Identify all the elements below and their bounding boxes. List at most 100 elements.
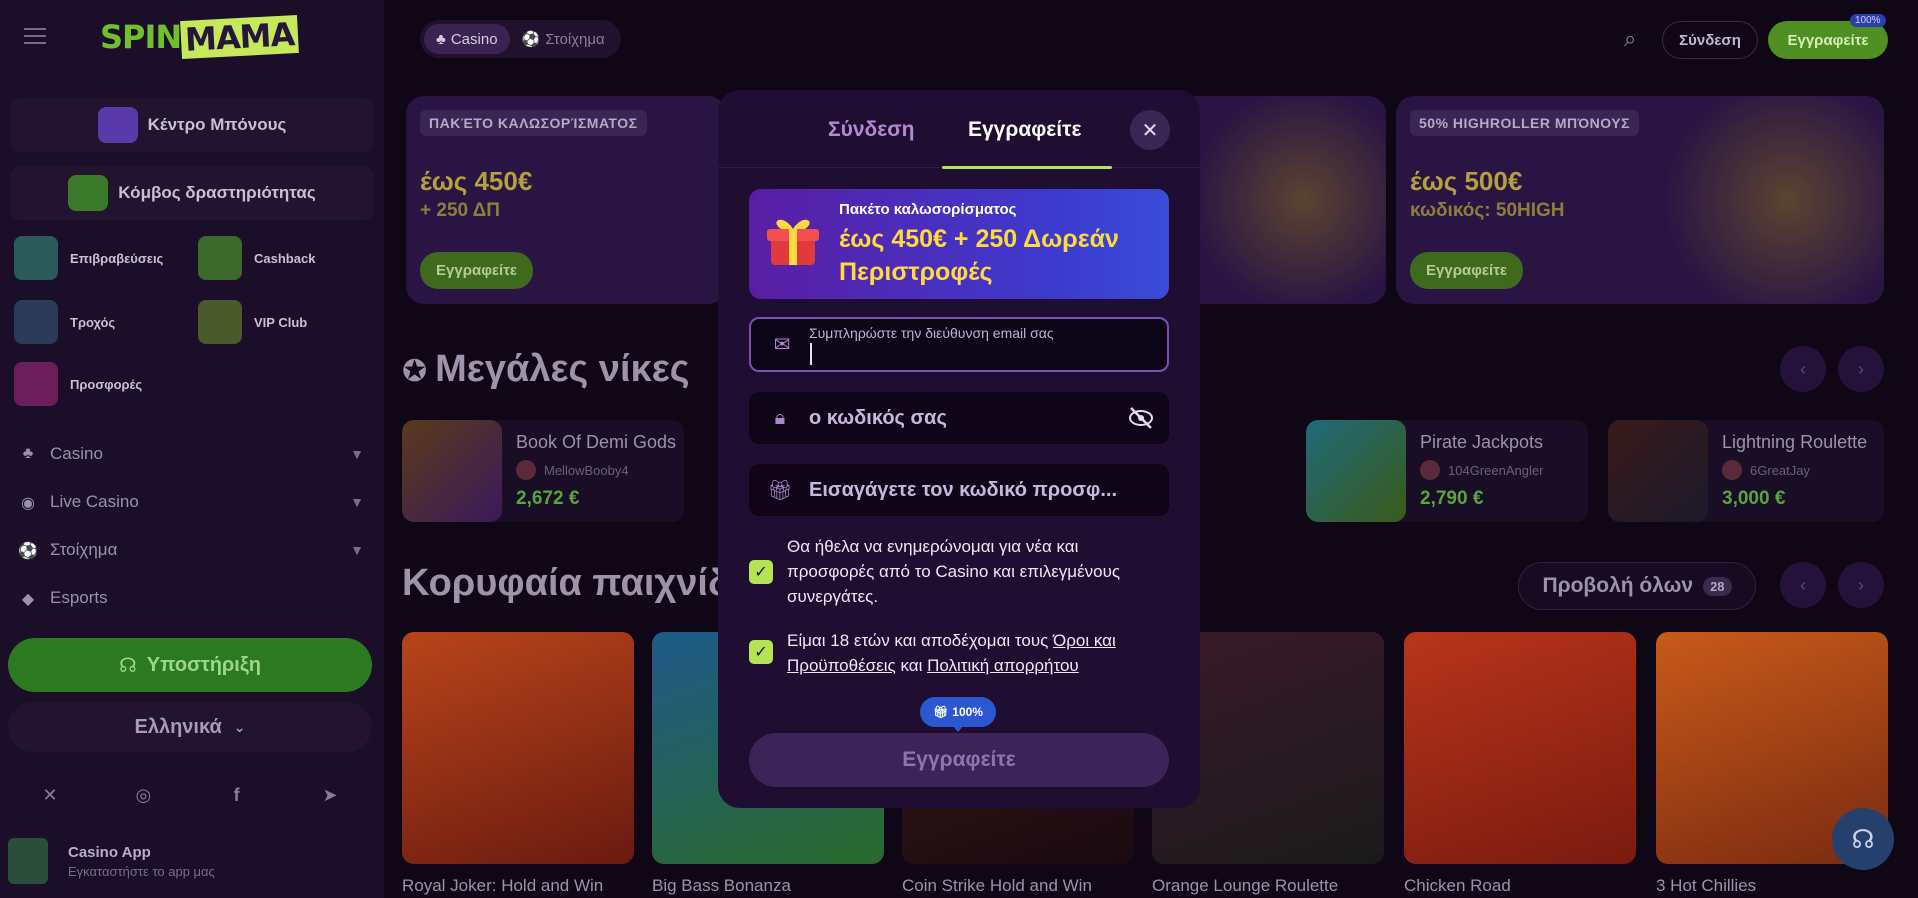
nav-label: Live Casino	[50, 492, 139, 511]
top-tabs: ♣ Casino ⚽ Στοίχημα	[420, 20, 621, 58]
tab-label: Casino	[450, 30, 498, 48]
activity-icon	[68, 175, 109, 211]
sidebar-item-sports[interactable]: ⚽ Στοίχημα ▼	[18, 540, 364, 560]
big-win-card[interactable]: Pirate Jackpots 104GreenAngler 2,790 €	[1306, 420, 1588, 522]
live-icon: ◉	[21, 495, 35, 512]
email-field-label: Συμπληρώστε την διεύθυνση email σας	[809, 325, 1054, 341]
sidebar-tile-offers[interactable]: Προσφορές	[14, 362, 142, 406]
promo-title: Πακέτο καλωσορίσματος	[839, 201, 1017, 218]
instagram-icon[interactable]: ◎	[113, 780, 173, 810]
welcome-promo-card: Πακέτο καλωσορίσματος έως 450€ + 250 Δωρ…	[749, 189, 1169, 299]
terms-checkbox[interactable]: ✓	[749, 640, 773, 664]
password-placeholder: ο κωδικός σας	[809, 406, 947, 429]
game-card[interactable]	[402, 632, 634, 864]
next-arrow-button[interactable]: ›	[1838, 346, 1884, 392]
promo-code-placeholder: Εισαγάγετε τον κωδικό προσφ...	[809, 478, 1118, 501]
tab-casino[interactable]: ♣ Casino	[424, 24, 510, 54]
app-title: Casino App	[68, 843, 151, 861]
casino-icon: ♣	[22, 445, 34, 462]
avatar	[1722, 460, 1742, 480]
tile-label: Τροχός	[70, 314, 116, 330]
highroller-banner[interactable]: 50% HIGHROLLER ΜΠΌΝΟΥΣ έως 500€ κωδικός:…	[1396, 96, 1884, 304]
register-submit-button[interactable]: Εγγραφείτε	[749, 733, 1169, 787]
bonus-icon	[97, 107, 138, 143]
facebook-icon[interactable]: f	[207, 780, 267, 810]
banner-sub: κωδικός: 50HIGH	[1410, 200, 1565, 221]
tab-login[interactable]: Σύνδεση	[828, 118, 914, 142]
casino-icon: ♣	[436, 30, 446, 48]
win-user: MellowBooby4	[516, 460, 629, 480]
banner-register-button[interactable]: Εγγραφείτε	[420, 252, 534, 289]
activity-hub-button[interactable]: Κόμβος δραστηριότητας	[10, 166, 374, 220]
chevron-down-icon: ▼	[350, 542, 364, 558]
tile-label: Επιβραβεύσεις	[70, 250, 164, 266]
login-button[interactable]: Σύνδεση	[1662, 21, 1758, 59]
tab-sports[interactable]: ⚽ Στοίχημα	[510, 24, 617, 54]
game-thumbnail	[1608, 420, 1708, 522]
game-name: Royal Joker: Hold and Win	[402, 876, 604, 895]
sidebar-tile-vip[interactable]: VIP Club	[198, 300, 307, 344]
gamepad-icon: ◆	[21, 591, 35, 608]
casino-app-link[interactable]: Casino App Εγκαταστήστε το app μας	[8, 830, 372, 892]
offers-icon	[14, 362, 58, 406]
game-card[interactable]	[1404, 632, 1636, 864]
sidebar-item-esports[interactable]: ◆ Esports	[18, 588, 364, 608]
win-user: 6GreatJay	[1722, 460, 1810, 480]
prev-arrow-button[interactable]: ‹	[1780, 562, 1826, 608]
welcome-banner[interactable]: ΠΑΚΈΤΟ ΚΑΛΩΣΟΡΊΣΜΑΤΟΣ έως 450€ + 250 ΔΠ …	[406, 96, 726, 304]
email-field[interactable]: ✉ Συμπληρώστε την διεύθυνση email σας	[749, 317, 1169, 372]
cashback-banner[interactable]	[1180, 96, 1386, 304]
chevron-down-icon: ▼	[350, 494, 364, 510]
view-all-button[interactable]: Προβολή όλων 28	[1518, 562, 1756, 610]
nav-label: Στοίχημα	[50, 540, 118, 559]
active-tab-underline	[942, 166, 1112, 169]
football-icon: ⚽	[521, 31, 541, 48]
chevron-down-icon: ⌄	[233, 718, 246, 735]
game-thumbnail	[1306, 420, 1406, 522]
sidebar: SPINMAMA Κέντρο Μπόνους Κόμβος δραστηριό…	[0, 0, 384, 898]
banner-image	[1644, 96, 1884, 304]
close-icon[interactable]: ✕	[1130, 110, 1170, 150]
promo-code-field[interactable]: 🎁︎ Εισαγάγετε τον κωδικό προσφ...	[749, 464, 1169, 516]
sidebar-item-casino[interactable]: ♣ Casino ▼	[18, 444, 364, 464]
logo[interactable]: SPINMAMA	[100, 14, 300, 60]
support-label: Υποστήριξη	[146, 653, 261, 676]
language-selector[interactable]: Ελληνικά ⌄	[8, 702, 372, 752]
cashback-icon	[198, 236, 242, 280]
help-chat-button[interactable]: ☊	[1832, 808, 1894, 870]
phone-icon	[8, 838, 48, 884]
support-button[interactable]: ☊ Υποστήριξη	[8, 638, 372, 692]
bonus-center-button[interactable]: Κέντρο Μπόνους	[10, 98, 374, 152]
x-icon[interactable]: ✕	[20, 780, 80, 810]
newsletter-text: Θα ήθελα να ενημερώνομαι για νέα και προ…	[787, 537, 1121, 606]
privacy-link[interactable]: Πολιτική απορρήτου	[927, 656, 1079, 675]
sidebar-tile-cashback[interactable]: Cashback	[198, 236, 315, 280]
gift-icon: 🎁︎	[767, 479, 793, 502]
newsletter-checkbox[interactable]: ✓	[749, 560, 773, 584]
cashback-bag-image	[1180, 96, 1386, 304]
sidebar-tile-rewards[interactable]: Επιβραβεύσεις	[14, 236, 163, 280]
star-icon: ✪	[402, 355, 428, 388]
prev-arrow-button[interactable]: ‹	[1780, 346, 1826, 392]
wheel-icon	[14, 300, 58, 344]
menu-icon[interactable]	[24, 28, 46, 44]
eye-off-icon[interactable]	[1127, 404, 1155, 432]
big-win-card[interactable]: Book Of Demi Gods MellowBooby4 2,672 €	[402, 420, 684, 522]
next-arrow-button[interactable]: ›	[1838, 562, 1884, 608]
password-field[interactable]: 🔒︎ ο κωδικός σας	[749, 392, 1169, 444]
tab-register[interactable]: Εγγραφείτε	[968, 118, 1081, 142]
gift-icon	[767, 219, 819, 265]
search-icon[interactable]: ⌕	[1624, 26, 1650, 52]
big-win-card[interactable]: Lightning Roulette 6GreatJay 3,000 €	[1608, 420, 1884, 522]
sidebar-item-live-casino[interactable]: ◉ Live Casino ▼	[18, 492, 364, 512]
sidebar-tile-wheel[interactable]: Τροχός	[14, 300, 115, 344]
banner-register-button[interactable]: Εγγραφείτε	[1410, 252, 1524, 289]
text-cursor	[810, 343, 812, 365]
telegram-icon[interactable]: ➤	[300, 780, 360, 810]
lock-icon: 🔒︎	[774, 406, 786, 429]
rewards-icon	[14, 236, 58, 280]
top-games-title: Κορυφαία παιχνίδια	[402, 562, 765, 604]
activity-hub-label: Κόμβος δραστηριότητας	[118, 183, 316, 202]
game-name: 3 Hot Chillies	[1656, 876, 1757, 895]
win-amount: 3,000 €	[1722, 488, 1786, 509]
